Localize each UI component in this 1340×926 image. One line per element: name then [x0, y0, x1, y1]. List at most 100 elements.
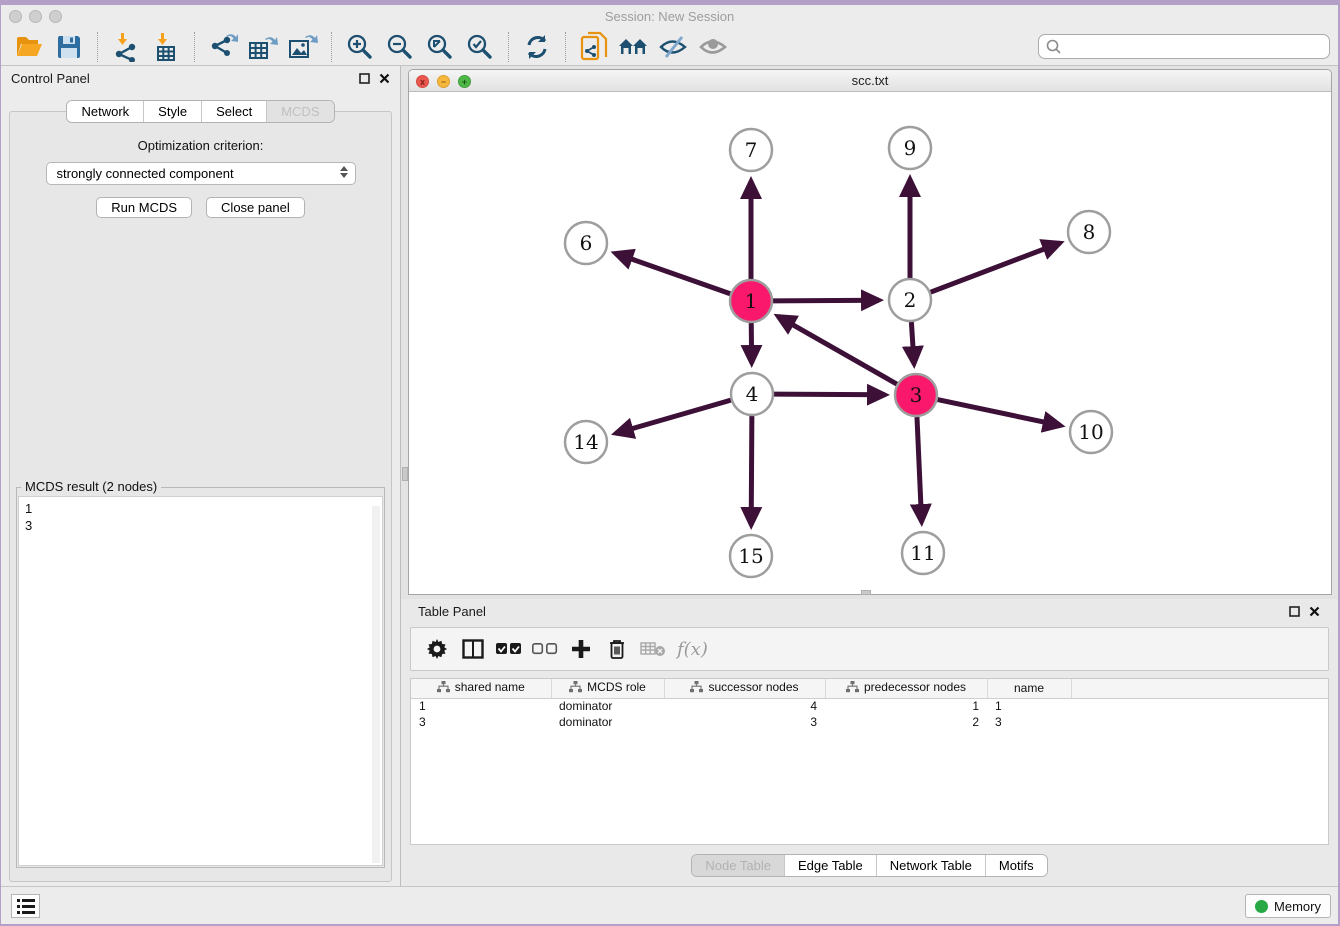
network-window-titlebar[interactable]: x − + scc.txt: [409, 70, 1331, 92]
delete-column-icon[interactable]: [599, 634, 635, 664]
table-cell[interactable]: 1: [825, 698, 987, 714]
tab-node-table[interactable]: Node Table: [692, 855, 784, 876]
app-titlebar: Session: New Session: [1, 5, 1338, 28]
window-title: Session: New Session: [1, 5, 1338, 28]
graph-edge-4-3[interactable]: [774, 394, 885, 395]
run-mcds-button[interactable]: Run MCDS: [96, 197, 192, 218]
save-session-icon[interactable]: [52, 31, 86, 63]
optimization-criterion-select[interactable]: strongly connected component: [46, 162, 356, 185]
close-window-icon[interactable]: [9, 10, 22, 23]
deselect-all-icon[interactable]: [527, 634, 563, 664]
add-column-icon[interactable]: [563, 634, 599, 664]
network-minimize-icon[interactable]: −: [437, 75, 450, 88]
tab-edge-table[interactable]: Edge Table: [784, 855, 876, 876]
apply-function-icon[interactable]: f(x): [677, 639, 708, 660]
search-input[interactable]: [1038, 34, 1330, 59]
float-table-panel-icon[interactable]: [1289, 606, 1300, 617]
table-body: 1dominator4113dominator323: [411, 698, 1328, 730]
graph-edge-4-14[interactable]: [616, 400, 731, 433]
tab-network-table[interactable]: Network Table: [876, 855, 985, 876]
network-close-icon[interactable]: x: [416, 75, 429, 88]
export-image-icon[interactable]: [286, 31, 320, 63]
graph-edge-2-8[interactable]: [931, 243, 1060, 292]
table-header-row: shared nameMCDS rolesuccessor nodesprede…: [411, 679, 1328, 698]
column-header-shared-name[interactable]: shared name: [411, 679, 551, 698]
result-line: 3: [25, 517, 376, 534]
close-table-panel-icon[interactable]: [1309, 606, 1320, 617]
graph-edge-1-6[interactable]: [615, 253, 730, 293]
horizontal-scrollbar-thumb[interactable]: [861, 590, 871, 595]
tab-select[interactable]: Select: [201, 101, 266, 122]
graph-edge-4-15[interactable]: [751, 416, 752, 525]
nested-networks-icon[interactable]: [617, 31, 651, 63]
table-cell[interactable]: dominator: [551, 714, 664, 730]
table-row[interactable]: 3dominator323: [411, 714, 1328, 730]
show-all-icon[interactable]: [697, 31, 731, 63]
export-table-icon[interactable]: [246, 31, 280, 63]
tab-network[interactable]: Network: [67, 101, 143, 122]
graph-edge-2-3[interactable]: [911, 322, 914, 364]
memory-label: Memory: [1274, 899, 1321, 914]
zoom-selected-icon[interactable]: [463, 31, 497, 63]
graph-node-label-2: 2: [904, 288, 917, 312]
float-panel-icon[interactable]: [359, 73, 370, 84]
table-cell[interactable]: 1: [987, 698, 1071, 714]
table-cell[interactable]: 3: [664, 714, 825, 730]
mcds-result-text[interactable]: 1 3: [18, 496, 383, 866]
graph-edge-1-2[interactable]: [773, 300, 879, 301]
task-history-button[interactable]: [11, 894, 40, 918]
table-row[interactable]: 1dominator411: [411, 698, 1328, 714]
network-maximize-icon[interactable]: +: [458, 75, 471, 88]
select-all-icon[interactable]: [491, 634, 527, 664]
optimization-criterion-label: Optimization criterion:: [10, 138, 391, 153]
graph-node-label-1: 1: [745, 289, 758, 313]
table-toolbar: f(x): [410, 627, 1329, 671]
open-file-icon[interactable]: [12, 31, 46, 63]
graph-node-label-10: 10: [1078, 420, 1103, 444]
window-controls: [9, 10, 62, 23]
table-cell[interactable]: 2: [825, 714, 987, 730]
vertical-scrollbar-thumb[interactable]: [402, 467, 408, 481]
graph-edge-3-1[interactable]: [778, 316, 897, 384]
import-table-icon[interactable]: [149, 31, 183, 63]
column-tree-icon: [690, 681, 703, 693]
zoom-window-icon[interactable]: [49, 10, 62, 23]
import-network-icon[interactable]: [109, 31, 143, 63]
table-cell[interactable]: dominator: [551, 698, 664, 714]
table-cell[interactable]: 1: [411, 698, 551, 714]
memory-status-icon: [1255, 900, 1268, 913]
hide-selected-icon[interactable]: [657, 31, 691, 63]
tab-style[interactable]: Style: [143, 101, 201, 122]
node-table: shared nameMCDS rolesuccessor nodesprede…: [410, 678, 1329, 845]
memory-button[interactable]: Memory: [1245, 894, 1331, 918]
tab-mcds[interactable]: MCDS: [266, 101, 333, 122]
table-settings-icon[interactable]: [419, 634, 455, 664]
graph-node-label-14: 14: [573, 430, 598, 454]
table-cell[interactable]: 3: [411, 714, 551, 730]
column-header-successor-nodes[interactable]: successor nodes: [664, 679, 825, 698]
toggle-panel-icon[interactable]: [455, 634, 491, 664]
zoom-out-icon[interactable]: [383, 31, 417, 63]
zoom-in-icon[interactable]: [343, 31, 377, 63]
copy-network-icon[interactable]: [577, 31, 611, 63]
apply-layout-icon[interactable]: [520, 31, 554, 63]
table-cell[interactable]: 3: [987, 714, 1071, 730]
column-tree-icon: [569, 681, 582, 693]
column-header-name[interactable]: name: [987, 679, 1071, 698]
tab-motifs[interactable]: Motifs: [985, 855, 1047, 876]
close-panel-icon[interactable]: [379, 73, 390, 84]
network-canvas[interactable]: 7968124314101511: [409, 92, 1331, 594]
minimize-window-icon[interactable]: [29, 10, 42, 23]
graph-edge-3-10[interactable]: [938, 400, 1061, 426]
export-network-icon[interactable]: [206, 31, 240, 63]
column-label: name: [1014, 681, 1044, 695]
column-header-predecessor-nodes[interactable]: predecessor nodes: [825, 679, 987, 698]
mcds-panel: Optimization criterion: strongly connect…: [9, 111, 392, 882]
column-header-MCDS-role[interactable]: MCDS role: [551, 679, 664, 698]
result-scrollbar[interactable]: [372, 506, 380, 863]
fit-content-icon[interactable]: [423, 31, 457, 63]
table-cell[interactable]: 4: [664, 698, 825, 714]
graph-edge-3-11[interactable]: [917, 417, 922, 522]
delete-table-icon[interactable]: [635, 634, 671, 664]
close-panel-button[interactable]: Close panel: [206, 197, 305, 218]
